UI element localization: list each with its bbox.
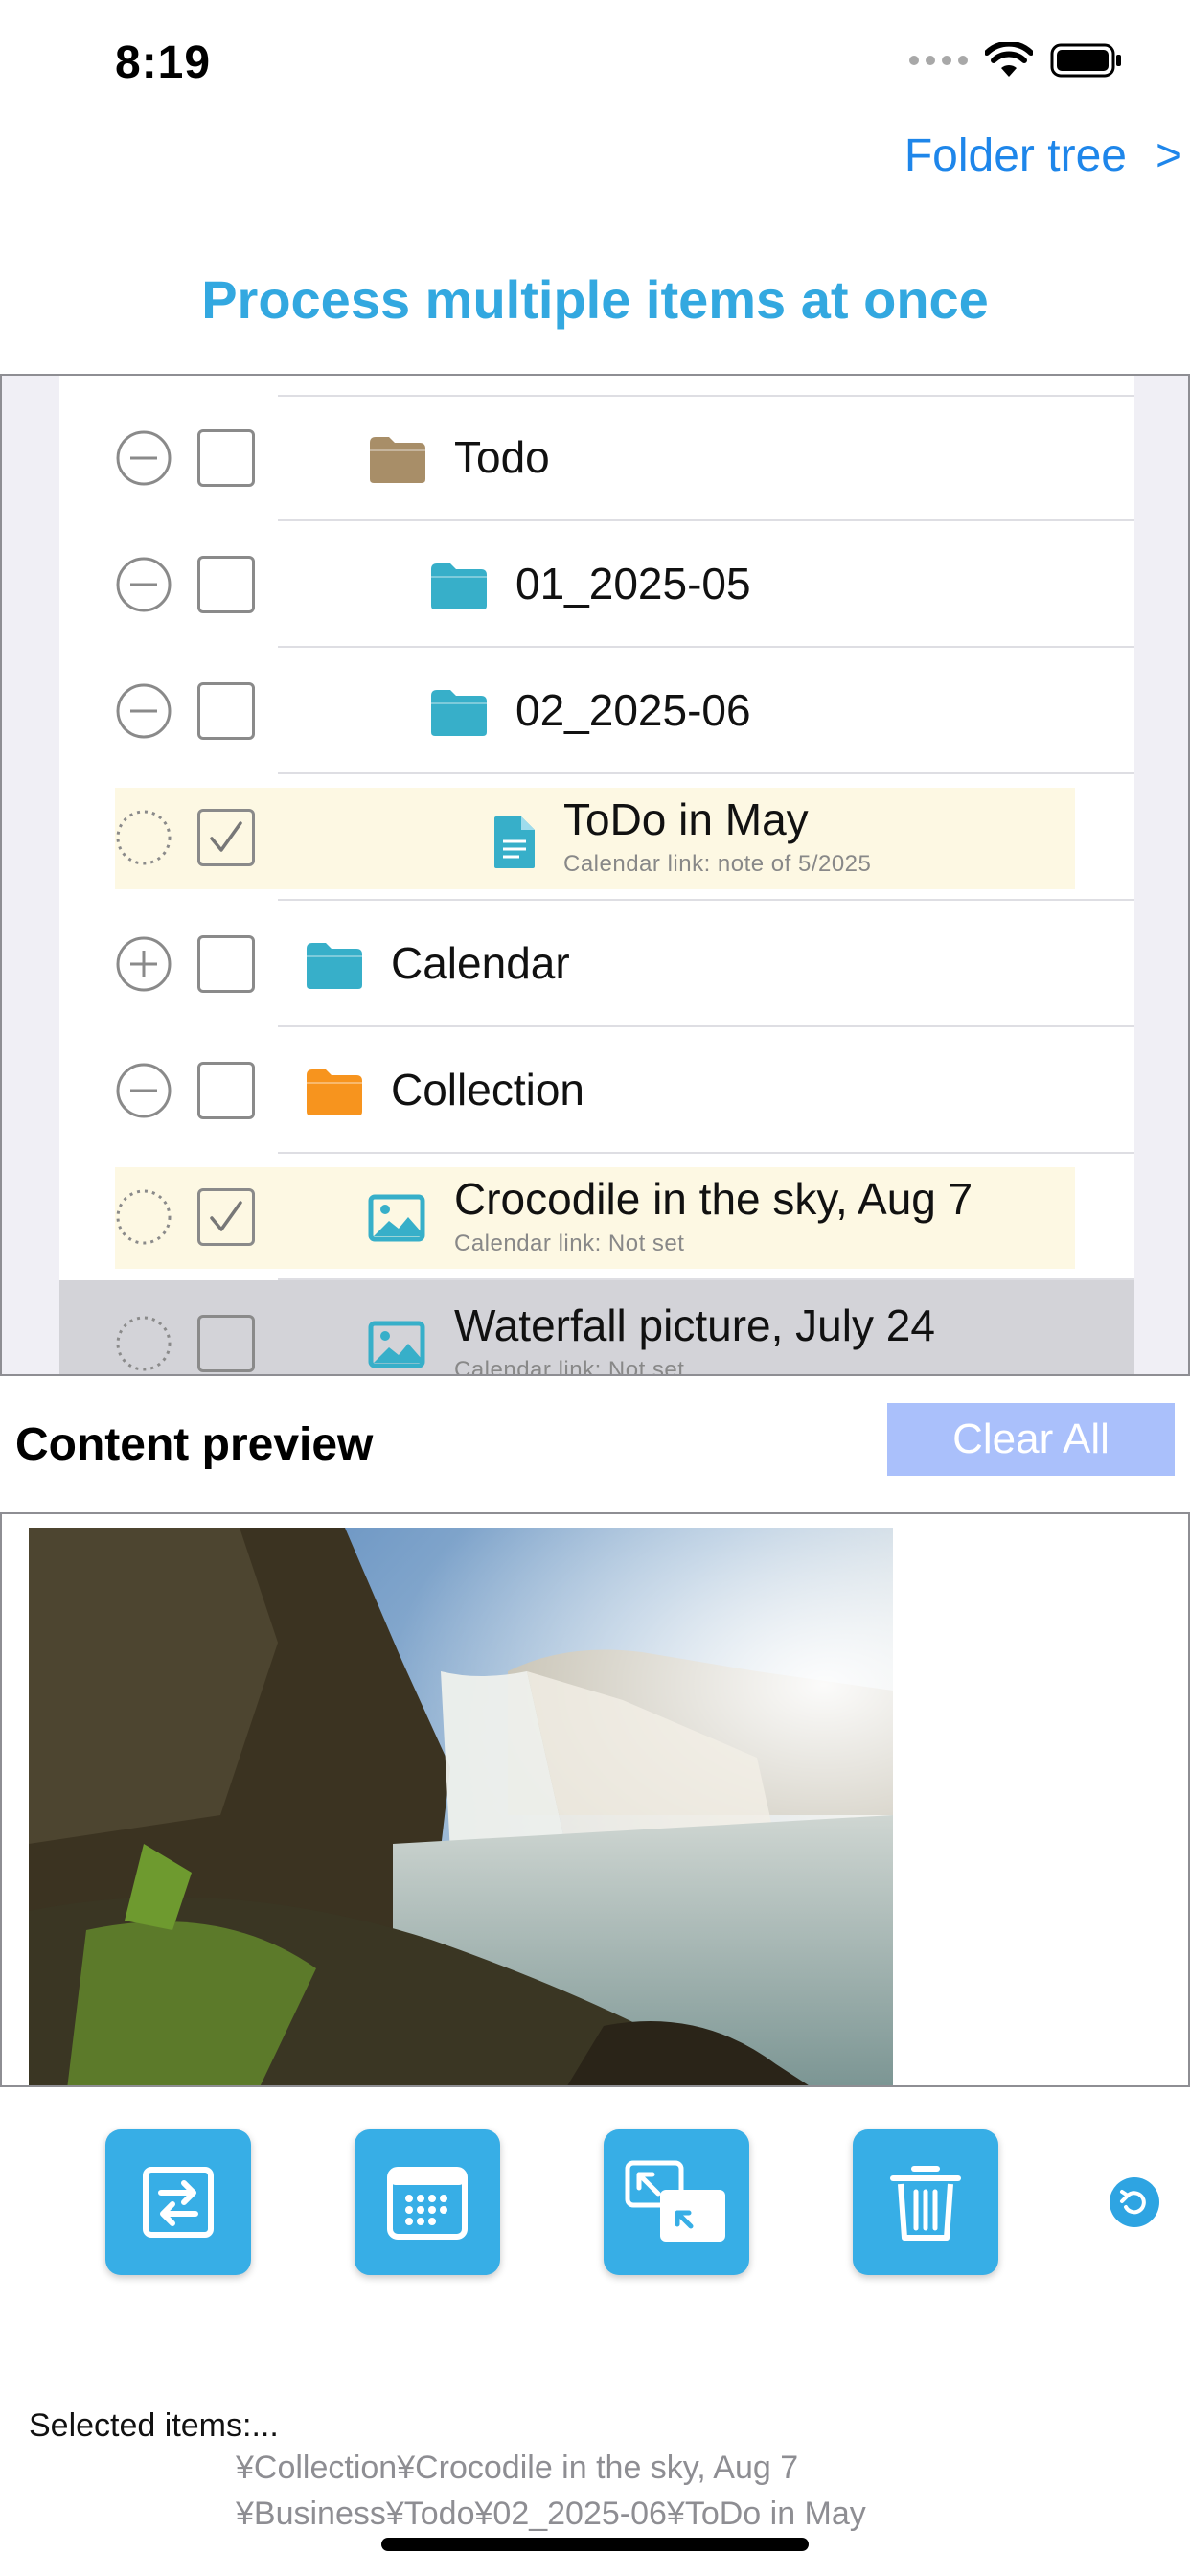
content-preview-header: Content preview <box>15 1419 374 1470</box>
content-preview-panel <box>0 1512 1190 2087</box>
calendar-icon <box>387 2167 468 2240</box>
waterfall-preview-image <box>29 1528 893 2085</box>
selected-path: ¥Collection¥Crocodile in the sky, Aug 7 <box>236 2450 799 2486</box>
folder-icon <box>307 1070 362 1116</box>
collapse-minus-icon <box>116 430 172 486</box>
page-title: Process multiple items at once <box>201 269 989 330</box>
expand-plus-icon <box>116 936 172 992</box>
move-icon <box>143 2167 214 2238</box>
row-checkbox[interactable] <box>197 1315 255 1372</box>
clear-all-button[interactable]: Clear All <box>887 1403 1175 1476</box>
collapse-minus-icon <box>116 683 172 739</box>
dotted-circle-icon <box>116 810 172 865</box>
collapse-minus-icon <box>116 1063 172 1118</box>
dotted-circle-icon <box>116 1189 172 1245</box>
image-icon <box>368 1194 425 1242</box>
tree-row[interactable]: ToDo in May Calendar link: note of 5/2025 <box>59 774 1134 901</box>
document-icon <box>494 816 535 868</box>
row-label: 02_2025-06 <box>515 685 751 735</box>
wifi-icon <box>985 42 1033 77</box>
folder-tree-panel[interactable]: Todo 01_2025-05 02_2025-06 ToDo in May Calen… <box>0 374 1190 1376</box>
tree-row[interactable]: 01_2025-05 <box>59 521 1134 648</box>
status-bar: 8:19 <box>0 0 1190 125</box>
row-expander-button[interactable] <box>115 429 172 487</box>
tree-list: Todo 01_2025-05 02_2025-06 ToDo in May Calen… <box>59 376 1134 1376</box>
tree-row[interactable]: Todo <box>59 395 1134 521</box>
row-calendar-link: Calendar link: Not set <box>454 1230 685 1256</box>
row-checkbox[interactable] <box>197 935 255 993</box>
checkmark-icon <box>210 821 242 852</box>
action-toolbar <box>0 2129 1190 2283</box>
folder-tree-link[interactable]: Folder tree > <box>904 126 1190 184</box>
folder-icon <box>370 437 425 483</box>
resize-icon <box>625 2160 725 2242</box>
folder-icon <box>307 943 362 989</box>
row-icon <box>368 1321 425 1373</box>
row-icon <box>305 1068 364 1122</box>
row-checkbox[interactable] <box>197 1062 255 1119</box>
row-label: 01_2025-05 <box>515 559 751 609</box>
row-icon <box>368 1194 425 1247</box>
collapse-minus-icon <box>116 557 172 612</box>
row-expander-button[interactable] <box>115 1062 172 1119</box>
tree-row[interactable]: 02_2025-06 <box>59 648 1134 774</box>
home-indicator[interactable] <box>381 2538 809 2551</box>
undo-icon <box>1120 2190 1146 2215</box>
row-checkbox[interactable] <box>197 1188 255 1246</box>
row-icon <box>492 815 537 875</box>
tree-row[interactable]: Collection <box>59 1027 1134 1154</box>
row-checkbox[interactable] <box>197 809 255 866</box>
selected-path: ¥Business¥Todo¥02_2025-06¥ToDo in May <box>236 2496 866 2532</box>
resize-button[interactable] <box>604 2129 749 2275</box>
delete-button[interactable] <box>853 2129 998 2275</box>
tree-row[interactable]: Waterfall picture, July 24 Calendar link:… <box>59 1280 1134 1376</box>
image-icon <box>368 1321 425 1368</box>
row-calendar-link: Calendar link: note of 5/2025 <box>563 851 872 877</box>
folder-icon <box>431 690 487 736</box>
row-calendar-link: Calendar link: Not set <box>454 1357 685 1376</box>
folder-tree-label: Folder tree <box>904 129 1127 181</box>
row-expander-button[interactable] <box>115 682 172 740</box>
dotted-circle-icon <box>116 1316 172 1371</box>
row-icon <box>429 562 489 616</box>
row-expander-button[interactable] <box>115 809 172 866</box>
row-icon <box>368 435 427 490</box>
row-checkbox[interactable] <box>197 429 255 487</box>
row-checkbox[interactable] <box>197 682 255 740</box>
folder-icon <box>431 564 487 610</box>
row-expander-button[interactable] <box>115 1188 172 1246</box>
tree-row[interactable]: Crocodile in the sky, Aug 7 Calendar link… <box>59 1154 1134 1280</box>
row-expander-button[interactable] <box>115 556 172 613</box>
move-button[interactable] <box>105 2129 251 2275</box>
row-icon <box>305 941 364 996</box>
row-label: ToDo in May <box>563 794 809 844</box>
calendar-button[interactable] <box>355 2129 500 2275</box>
row-expander-button[interactable] <box>115 1315 172 1372</box>
cellular-signal-icon <box>909 56 968 65</box>
row-icon <box>429 688 489 743</box>
trash-icon <box>890 2166 961 2241</box>
undo-button[interactable] <box>1110 2177 1159 2227</box>
row-expander-button[interactable] <box>115 935 172 993</box>
status-icons <box>909 42 1123 79</box>
row-checkbox[interactable] <box>197 556 255 613</box>
tree-row[interactable]: Calendar <box>59 901 1134 1027</box>
row-label: Collection <box>391 1065 584 1115</box>
chevron-right-icon: > <box>1155 129 1182 181</box>
battery-icon <box>1050 43 1121 78</box>
status-time: 8:19 <box>115 37 212 88</box>
selected-items-label: Selected items:... <box>29 2407 279 2444</box>
row-label: Todo <box>454 432 550 482</box>
checkmark-icon <box>210 1201 242 1231</box>
row-label: Crocodile in the sky, Aug 7 <box>454 1174 973 1224</box>
row-label: Waterfall picture, July 24 <box>454 1300 935 1350</box>
row-label: Calendar <box>391 938 570 988</box>
